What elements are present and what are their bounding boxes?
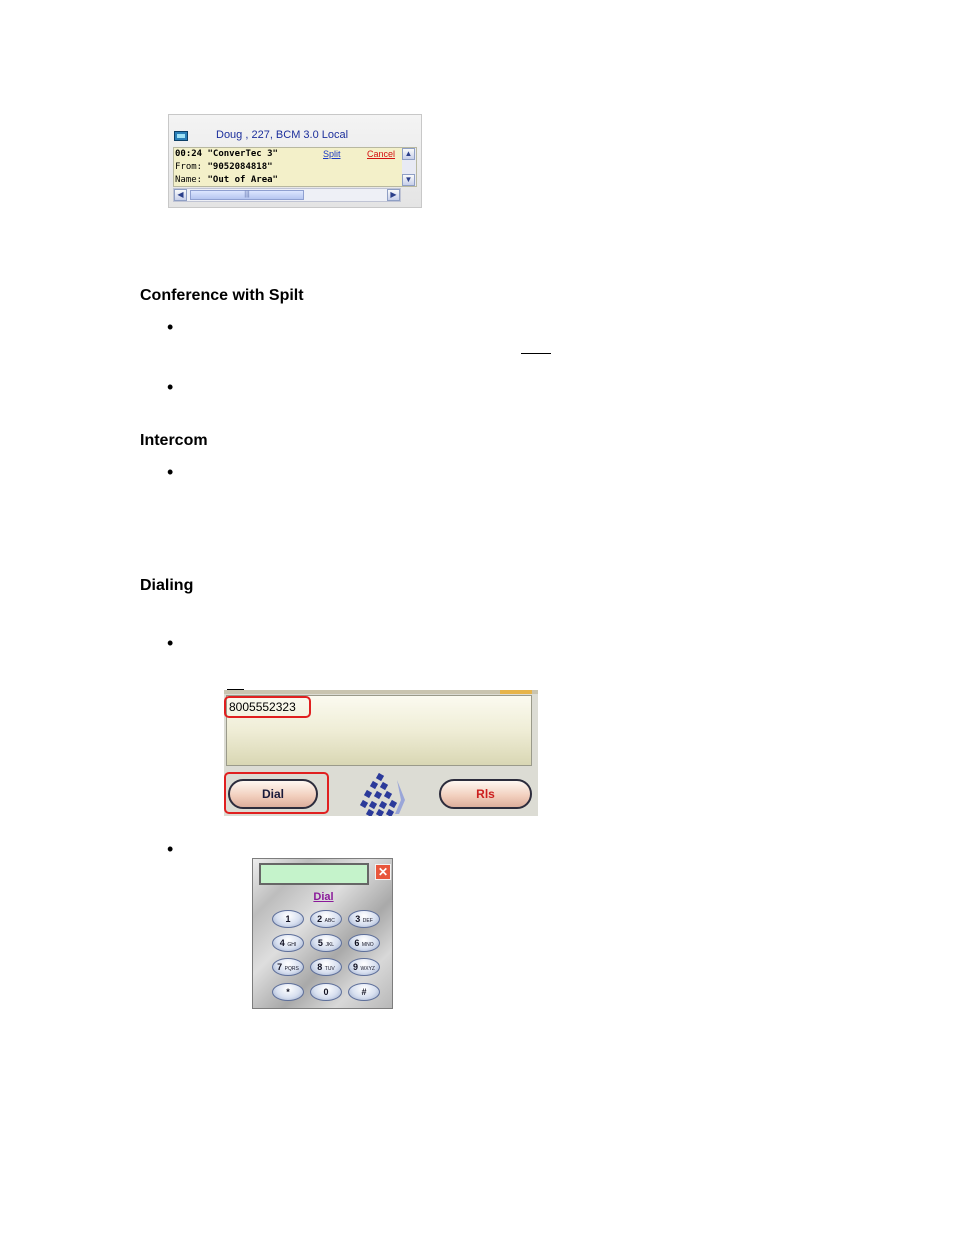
horizontal-scrollbar[interactable]: ◀ ||| ▶: [173, 188, 401, 202]
key-digit: 9: [353, 962, 359, 972]
scroll-down-icon[interactable]: ▼: [402, 174, 415, 186]
keypad-window: ✕ Dial 1 2 ABC 3 DEF 4 GHI 5 JKL 6 MNO 7…: [252, 858, 393, 1009]
bullet: •: [167, 377, 174, 397]
key-letters: WXYZ: [360, 966, 375, 972]
call-name-line: Name: "Out of Area": [175, 175, 278, 185]
call-status-widget: Doug , 227, BCM 3.0 Local 00:24 "ConverT…: [168, 114, 422, 208]
bullet: •: [167, 462, 174, 482]
key-letters: PQRS: [284, 966, 299, 972]
keypad-dial-link[interactable]: Dial: [253, 891, 392, 903]
dialer-top-bar: [224, 690, 538, 694]
key-9[interactable]: 9 WXYZ: [348, 958, 380, 976]
vertical-scrollbar[interactable]: ▲ ▼: [402, 148, 416, 186]
key-digit: 7: [277, 962, 283, 972]
scroll-thumb[interactable]: |||: [190, 190, 304, 200]
key-digit: #: [361, 987, 367, 997]
key-0[interactable]: 0: [310, 983, 342, 1001]
key-digit: 4: [279, 938, 285, 948]
scroll-left-icon[interactable]: ◀: [174, 189, 187, 201]
scroll-right-icon[interactable]: ▶: [387, 189, 400, 201]
from-value: "9052084818": [207, 162, 273, 172]
key-letters: ABC: [324, 918, 335, 924]
key-star[interactable]: *: [272, 983, 304, 1001]
number-highlight-box: [224, 696, 311, 718]
dialer-panel: 8005552323 Dial Rls: [224, 690, 538, 816]
bullet: •: [167, 633, 174, 653]
from-label: From:: [175, 162, 203, 172]
key-letters: GHI: [287, 942, 297, 948]
key-1[interactable]: 1: [272, 910, 304, 928]
key-letters: DEF: [362, 918, 373, 924]
key-3[interactable]: 3 DEF: [348, 910, 380, 928]
key-letters: TUV: [324, 966, 335, 972]
cancel-link[interactable]: Cancel: [367, 149, 395, 159]
key-2[interactable]: 2 ABC: [310, 910, 342, 928]
key-4[interactable]: 4 GHI: [272, 934, 304, 952]
key-digit: 3: [355, 914, 361, 924]
key-digit: 5: [317, 938, 323, 948]
underline-mark: [521, 353, 551, 354]
key-8[interactable]: 8 TUV: [310, 958, 342, 976]
key-hash[interactable]: #: [348, 983, 380, 1001]
dial-highlight-box: [224, 772, 329, 814]
key-digit: 8: [317, 962, 323, 972]
release-button[interactable]: Rls: [439, 779, 532, 809]
name-label: Name:: [175, 175, 203, 185]
key-digit: 0: [323, 987, 329, 997]
scroll-up-icon[interactable]: ▲: [402, 148, 415, 160]
phone-window-icon: [174, 131, 188, 141]
bullet: •: [167, 839, 174, 859]
name-value: "Out of Area": [207, 175, 278, 185]
section-heading-dialing: Dialing: [140, 577, 194, 594]
key-digit: *: [286, 987, 290, 997]
keypad-number-input[interactable]: [259, 863, 369, 885]
key-letters: MNO: [361, 942, 374, 948]
call-info-panel: 00:24 "ConverTec 3" From: "9052084818" N…: [173, 147, 417, 187]
key-letters: JKL: [325, 942, 335, 948]
key-7[interactable]: 7 PQRS: [272, 958, 304, 976]
close-icon[interactable]: ✕: [375, 864, 391, 880]
bullet: •: [167, 317, 174, 337]
key-digit: 1: [285, 914, 291, 924]
dialer-top-accent: [500, 690, 532, 694]
key-6[interactable]: 6 MNO: [348, 934, 380, 952]
key-digit: 2: [317, 914, 323, 924]
key-digit: 6: [354, 938, 360, 948]
call-duration-line: 00:24 "ConverTec 3": [175, 149, 278, 159]
section-heading-conference: Conference with Spilt: [140, 287, 304, 304]
vendor-logo-icon: [359, 772, 405, 816]
split-link[interactable]: Split: [323, 149, 341, 159]
call-from-line: From: "9052084818": [175, 162, 273, 172]
key-5[interactable]: 5 JKL: [310, 934, 342, 952]
call-widget-title: Doug , 227, BCM 3.0 Local: [216, 129, 349, 141]
section-heading-intercom: Intercom: [140, 432, 208, 449]
